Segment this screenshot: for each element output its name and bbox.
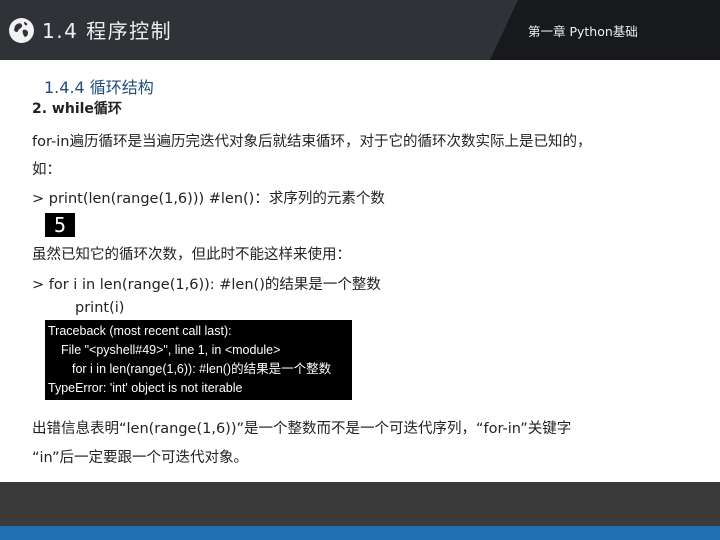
globe-icon <box>9 18 34 43</box>
error-line: File "<pyshell#49>", line 1, in <module> <box>61 343 281 357</box>
paragraph-3-line-2: “in”后一定要跟一个可迭代对象。 <box>32 450 248 466</box>
paragraph-3-line-1: 出错信息表明“len(range(1,6))”是一个整数而不是一个可迭代序列，“… <box>32 421 572 437</box>
sub-heading: 2. while循环 <box>32 101 122 117</box>
footer-strip <box>0 526 720 540</box>
error-line: for i in len(range(1,6)): #len()的结果是一个整数 <box>72 362 332 376</box>
code-example-2-line-2: print(i) <box>75 300 125 316</box>
code-example-2-line-1: > for i in len(range(1,6)): #len()的结果是一个… <box>32 277 381 293</box>
section-heading: 1.4.4 循环结构 <box>44 78 154 97</box>
error-line: Traceback (most recent call last): <box>48 324 232 338</box>
error-traceback: Traceback (most recent call last): File … <box>45 320 352 400</box>
code-example-1: > print(len(range(1,6))) #len()：求序列的元素个数 <box>32 191 385 207</box>
paragraph-1-line-2: 如： <box>32 162 61 178</box>
header-bar: 1.4 程序控制 第一章 Python基础 <box>0 0 720 60</box>
slide-title: 1.4 程序控制 <box>42 19 173 43</box>
chapter-label: 第一章 Python基础 <box>528 24 638 39</box>
output-box: 5 <box>45 213 75 237</box>
footer-bar <box>0 482 720 526</box>
error-line: TypeError: 'int' object is not iterable <box>48 381 243 395</box>
paragraph-1-line-1: for-in遍历循环是当遍历完迭代对象后就结束循环，对于它的循环次数实际上是已知… <box>32 134 592 150</box>
paragraph-2: 虽然已知它的循环次数，但此时不能这样来使用： <box>32 247 351 263</box>
